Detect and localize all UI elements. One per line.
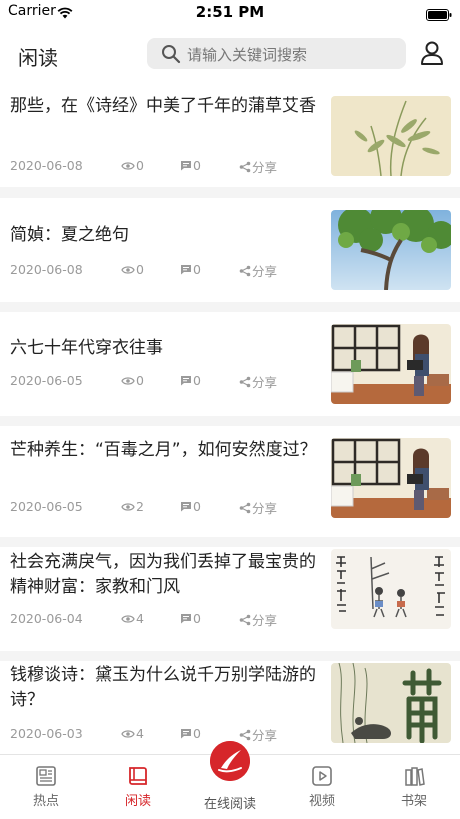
newspaper-icon (35, 765, 57, 791)
article-item[interactable]: 芒种养生：“百毒之月”，如何安然度过？ 2020-06-05 2 0 分享 (0, 426, 460, 537)
tab-label: 在线阅读 (203, 797, 256, 812)
bottom-tab-bar: 热点 闲读 在线阅读 视频 书架 (0, 741, 460, 819)
share-icon (239, 161, 251, 172)
status-bar: Carrier 2:51 PM (0, 0, 460, 26)
comment-icon (181, 376, 191, 386)
comments-count: 0 (180, 261, 201, 277)
comment-icon (181, 502, 191, 512)
comments-count: 0 (180, 498, 201, 514)
tab-label: 书架 (400, 794, 427, 809)
tab-video[interactable]: 视频 (276, 755, 368, 819)
article-date: 2020-06-04 (10, 611, 83, 626)
share-icon (239, 614, 251, 625)
eye-icon (121, 161, 135, 170)
share-icon (239, 376, 251, 387)
eye-icon (121, 614, 135, 623)
comment-icon (181, 614, 191, 624)
article-date: 2020-06-05 (10, 373, 83, 388)
views-count: 0 (121, 372, 144, 388)
tab-label: 闲读 (124, 794, 151, 809)
article-date: 2020-06-08 (10, 262, 83, 277)
article-thumbnail (331, 663, 451, 743)
article-thumbnail (331, 210, 451, 290)
tab-leisure-reading[interactable]: 闲读 (92, 755, 184, 819)
article-meta: 2020-06-03 4 0 分享 (10, 725, 320, 743)
tab-hot[interactable]: 热点 (0, 755, 92, 819)
article-thumbnail (331, 438, 451, 518)
eye-icon (121, 265, 135, 274)
article-meta: 2020-06-04 4 0 分享 (10, 610, 320, 628)
tab-online-reading[interactable]: 在线阅读 (184, 741, 276, 819)
article-meta: 2020-06-05 2 0 分享 (10, 498, 320, 516)
top-bar: 闲读 请输入关键词搜索 (0, 26, 460, 84)
views-count: 4 (121, 610, 144, 626)
battery-icon (426, 6, 452, 25)
article-title: 社会充满戾气，因为我们丢掉了最宝贵的精神财富：家教和门风 (10, 552, 316, 597)
article-item[interactable]: 六七十年代穿衣往事 2020-06-05 0 0 分享 (0, 312, 460, 416)
comments-count: 0 (180, 610, 201, 626)
search-icon (161, 44, 181, 68)
share-button[interactable]: 分享 (239, 372, 277, 391)
article-item[interactable]: 社会充满戾气，因为我们丢掉了最宝贵的精神财富：家教和门风 2020-06-04 … (0, 547, 460, 651)
search-placeholder: 请输入关键词搜索 (187, 46, 308, 64)
comments-count: 0 (180, 157, 201, 173)
eye-icon (121, 376, 135, 385)
article-item[interactable]: 那些，在《诗经》中美了千年的蒲草艾香 2020-06-08 0 0 分享 (0, 84, 460, 187)
views-count: 4 (121, 725, 144, 741)
bookshelf-icon (403, 765, 425, 791)
comment-icon (181, 729, 191, 739)
article-title: 钱穆谈诗：黛玉为什么说千万别学陆游的诗？ (10, 665, 316, 710)
comments-count: 0 (180, 725, 201, 741)
share-button[interactable]: 分享 (239, 610, 277, 629)
share-icon (239, 729, 251, 740)
article-date: 2020-06-05 (10, 499, 83, 514)
article-thumbnail (331, 324, 451, 404)
article-thumbnail (331, 96, 451, 176)
views-count: 2 (121, 498, 144, 514)
article-title: 六七十年代穿衣往事 (10, 338, 163, 358)
tab-label: 视频 (308, 794, 335, 809)
search-input[interactable]: 请输入关键词搜索 (147, 38, 406, 69)
views-count: 0 (121, 261, 144, 277)
eye-icon (121, 502, 135, 511)
share-icon (239, 502, 251, 513)
status-time: 2:51 PM (195, 3, 265, 21)
user-profile-icon[interactable] (420, 40, 444, 70)
article-meta: 2020-06-08 0 0 分享 (10, 157, 320, 175)
article-item[interactable]: 简媜：夏之绝句 2020-06-08 0 0 分享 (0, 198, 460, 302)
tab-label: 热点 (32, 794, 59, 809)
online-reading-logo-icon (210, 741, 250, 781)
article-meta: 2020-06-08 0 0 分享 (10, 261, 320, 279)
article-title: 那些，在《诗经》中美了千年的蒲草艾香 (10, 96, 316, 116)
article-date: 2020-06-08 (10, 158, 83, 173)
article-meta: 2020-06-05 0 0 分享 (10, 372, 320, 390)
tab-bookshelf[interactable]: 书架 (368, 755, 460, 819)
share-icon (239, 265, 251, 276)
article-list[interactable]: 那些，在《诗经》中美了千年的蒲草艾香 2020-06-08 0 0 分享 简媜：… (0, 84, 460, 754)
share-button[interactable]: 分享 (239, 498, 277, 517)
article-date: 2020-06-03 (10, 726, 83, 741)
video-play-icon (311, 765, 333, 791)
views-count: 0 (121, 157, 144, 173)
book-icon (127, 765, 149, 791)
share-button[interactable]: 分享 (239, 261, 277, 280)
eye-icon (121, 729, 135, 738)
share-button[interactable]: 分享 (239, 157, 277, 176)
article-title: 芒种养生：“百毒之月”，如何安然度过？ (10, 440, 317, 460)
page-title: 闲读 (18, 46, 58, 70)
article-thumbnail (331, 549, 451, 629)
article-title: 简媜：夏之绝句 (10, 225, 129, 245)
comments-count: 0 (180, 372, 201, 388)
comment-icon (181, 265, 191, 275)
comment-icon (181, 161, 191, 171)
